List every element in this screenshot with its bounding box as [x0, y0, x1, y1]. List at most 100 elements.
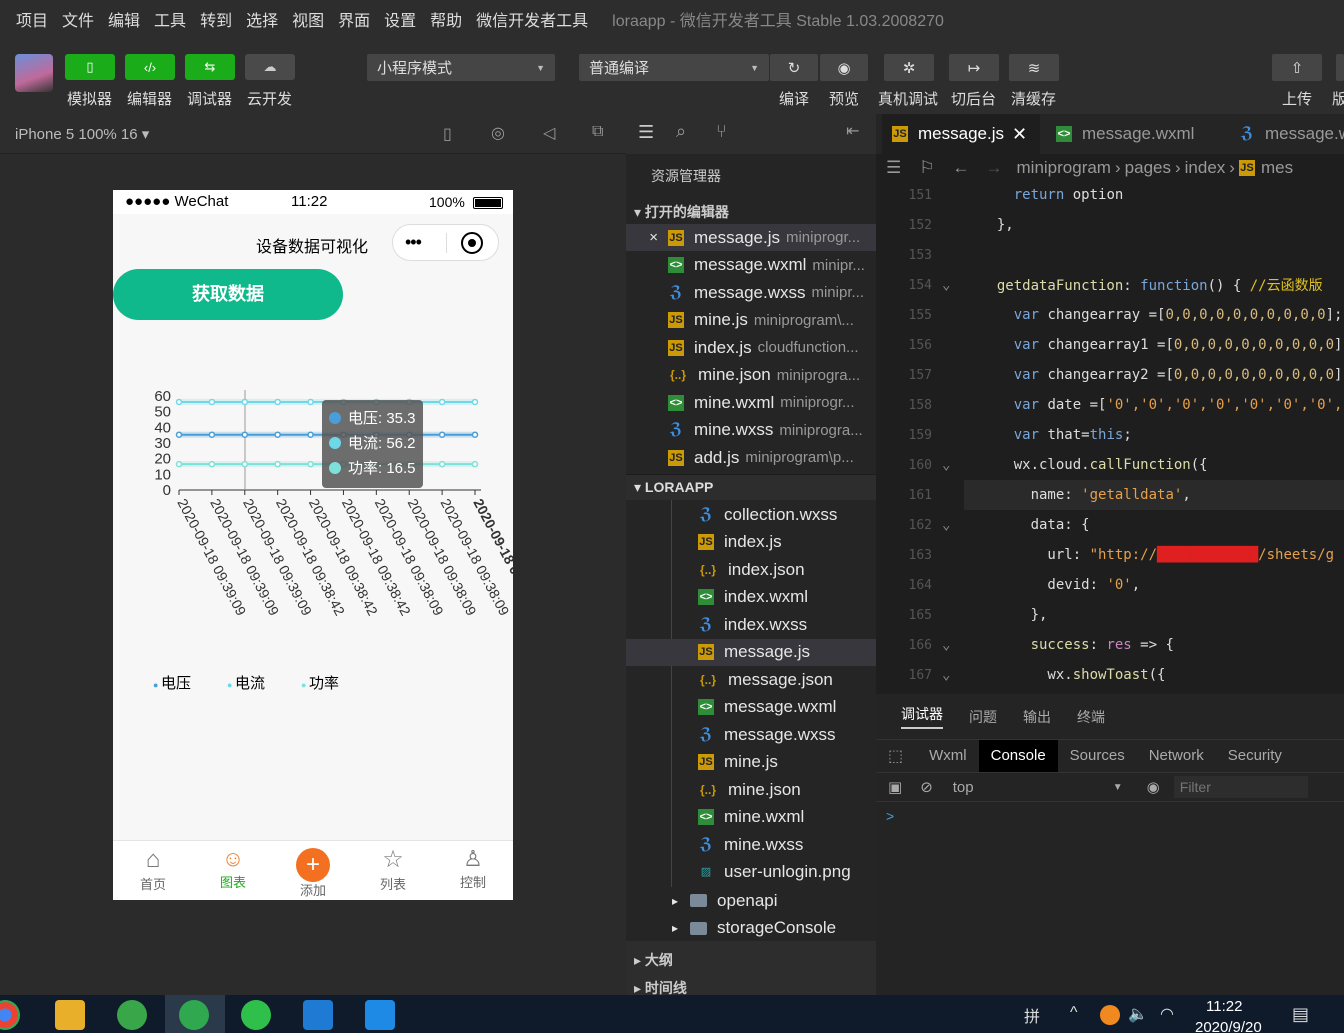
version-button[interactable]: [1336, 54, 1344, 81]
menu-item[interactable]: 设置: [384, 7, 416, 31]
open-editor-item[interactable]: JS index.js cloudfunction...: [626, 334, 876, 361]
code-line[interactable]: 159 var that=this;: [876, 420, 1344, 450]
clock-date[interactable]: 2020/9/20: [1195, 1019, 1262, 1033]
debug-tab[interactable]: 输出: [1023, 707, 1051, 727]
code-line[interactable]: 167 wx.showToast({⌄: [876, 660, 1344, 690]
capsule-menu[interactable]: •••: [392, 224, 499, 261]
close-icon[interactable]: ×: [626, 229, 668, 246]
preview-button[interactable]: ◉: [820, 54, 868, 81]
debug-tab[interactable]: 问题: [969, 707, 997, 727]
tab-chart[interactable]: ☺ 图表: [193, 840, 273, 900]
open-editor-item[interactable]: ℨmessage.wxss minipr...: [626, 279, 876, 306]
project-header[interactable]: ▾ LORAAPP: [634, 479, 713, 496]
code-line[interactable]: 160 wx.cloud.callFunction({⌄: [876, 450, 1344, 480]
fold-icon[interactable]: ⌄: [942, 517, 950, 533]
eye-icon[interactable]: ◉: [1147, 778, 1160, 796]
inspect-icon[interactable]: ⬚: [888, 746, 903, 766]
list-icon[interactable]: ☰: [638, 122, 654, 143]
breadcrumb-item[interactable]: miniprogram: [1017, 158, 1111, 178]
tab-add[interactable]: + 添加: [273, 840, 353, 900]
menu-item[interactable]: 帮助: [430, 7, 462, 31]
tab-control[interactable]: ♙ 控制: [433, 840, 513, 900]
legend-item[interactable]: ● 功率: [301, 672, 339, 693]
code-line[interactable]: 164 devid: '0',: [876, 570, 1344, 600]
file-tree-item[interactable]: ▨ user-unlogin.png: [626, 859, 876, 886]
mode-select[interactable]: 小程序模式 ▼: [367, 54, 555, 81]
ime-indicator[interactable]: 拼: [1024, 1003, 1040, 1027]
code-line[interactable]: 152 },: [876, 210, 1344, 240]
fold-icon[interactable]: ⌄: [942, 637, 950, 653]
chrome-icon[interactable]: [0, 1000, 20, 1030]
tab-home[interactable]: ⌂ 首页: [113, 840, 193, 900]
tab-list[interactable]: ☆ 列表: [353, 840, 433, 900]
devtools-tab[interactable]: Console: [978, 739, 1058, 772]
open-editor-item[interactable]: <> message.wxml minipr...: [626, 252, 876, 279]
tray-app-icon[interactable]: [1100, 1005, 1120, 1025]
list-icon[interactable]: ☰: [886, 158, 901, 178]
file-tree-item[interactable]: <> mine.wxml: [626, 804, 876, 831]
clock-time[interactable]: 11:22: [1206, 998, 1242, 1015]
menu-item[interactable]: 编辑: [108, 7, 140, 31]
clear-cache-button[interactable]: ≋: [1009, 54, 1059, 81]
search-icon[interactable]: ⌕: [676, 121, 686, 142]
breadcrumb-item[interactable]: index: [1185, 158, 1226, 178]
file-tree-item[interactable]: <> index.wxml: [626, 584, 876, 611]
real-debug-button[interactable]: ✲: [884, 54, 934, 81]
file-tree-item[interactable]: JS mine.js: [626, 749, 876, 776]
open-editor-item[interactable]: JS mine.js miniprogram\...: [626, 307, 876, 334]
bookmark-icon[interactable]: ⚐: [919, 158, 934, 178]
menu-item[interactable]: 界面: [338, 7, 370, 31]
folder-icon[interactable]: [55, 1000, 85, 1030]
menu-item[interactable]: 文件: [62, 7, 94, 31]
fold-icon[interactable]: ⌄: [942, 457, 950, 473]
phone-app-icon[interactable]: [365, 1000, 395, 1030]
code-line[interactable]: 151 return option: [876, 180, 1344, 210]
compile-mode-select[interactable]: 普通编译 ▼: [579, 54, 769, 81]
breadcrumb-item[interactable]: mes: [1261, 158, 1293, 178]
code-line[interactable]: 165 },: [876, 600, 1344, 630]
editor-tab-message-wxss[interactable]: ℨmessage.w: [1231, 114, 1344, 154]
file-tree-item[interactable]: {..} message.json: [626, 666, 876, 693]
sidebar-toggle-icon[interactable]: ▣: [888, 778, 902, 796]
more-icon[interactable]: •••: [405, 232, 422, 253]
code-line[interactable]: 163 url: "http://████████████/sheets/g: [876, 540, 1344, 570]
code-line[interactable]: 161 name: 'getalldata',: [876, 480, 1344, 510]
code-line[interactable]: 166 success: res => {⌄: [876, 630, 1344, 660]
devtools-tab[interactable]: Sources: [1058, 740, 1137, 772]
menu-item[interactable]: 选择: [246, 7, 278, 31]
vscode-icon[interactable]: [303, 1000, 333, 1030]
outline-header[interactable]: ▸ 大纲: [634, 950, 673, 970]
devtools-tab[interactable]: Network: [1137, 740, 1216, 772]
file-tree-item[interactable]: <> message.wxml: [626, 694, 876, 721]
menu-item[interactable]: 转到: [200, 7, 232, 31]
code-line[interactable]: 156 var changearray1 =[0,0,0,0,0,0,0,0,0…: [876, 330, 1344, 360]
legend-item[interactable]: ● 电压: [153, 672, 191, 693]
folder-item[interactable]: ▸ storageConsole: [626, 915, 876, 942]
back-icon[interactable]: ←: [953, 158, 970, 178]
chevron-up-icon[interactable]: ^: [1070, 1004, 1078, 1022]
phone-icon[interactable]: ▯: [443, 124, 452, 144]
background-button[interactable]: ↦: [949, 54, 999, 81]
context-select[interactable]: top: [953, 779, 1113, 796]
menu-item[interactable]: 工具: [154, 7, 186, 31]
debugger-toggle-button[interactable]: ⇆: [185, 54, 235, 80]
code-line[interactable]: 155 var changearray =[0,0,0,0,0,0,0,0,0,…: [876, 300, 1344, 330]
code-line[interactable]: 154 getdataFunction: function() { //云函数版…: [876, 270, 1344, 300]
editor-tab-message-wxml[interactable]: <> message.wxml: [1046, 114, 1226, 154]
git-branch-icon[interactable]: ⑂: [716, 121, 727, 142]
simulator-toggle-button[interactable]: ▯: [65, 54, 115, 80]
menu-item[interactable]: 项目: [16, 7, 48, 31]
wechat-devtools-icon[interactable]: [179, 1000, 209, 1030]
devtools-tab[interactable]: Wxml: [917, 740, 979, 772]
file-tree-item[interactable]: ℨindex.wxss: [626, 611, 876, 638]
debug-tab[interactable]: 调试器: [901, 704, 943, 729]
close-capsule-icon[interactable]: [461, 232, 483, 254]
close-icon[interactable]: ✕: [1012, 124, 1027, 145]
avatar[interactable]: [15, 54, 53, 92]
console-filter-input[interactable]: [1173, 776, 1308, 798]
sound-icon[interactable]: ◁: [543, 123, 555, 143]
clear-console-icon[interactable]: ⊘: [920, 778, 933, 796]
code-line[interactable]: 162 data: {⌄: [876, 510, 1344, 540]
code-line[interactable]: 157 var changearray2 =[0,0,0,0,0,0,0,0,0…: [876, 360, 1344, 390]
fold-icon[interactable]: ⌄: [942, 277, 950, 293]
